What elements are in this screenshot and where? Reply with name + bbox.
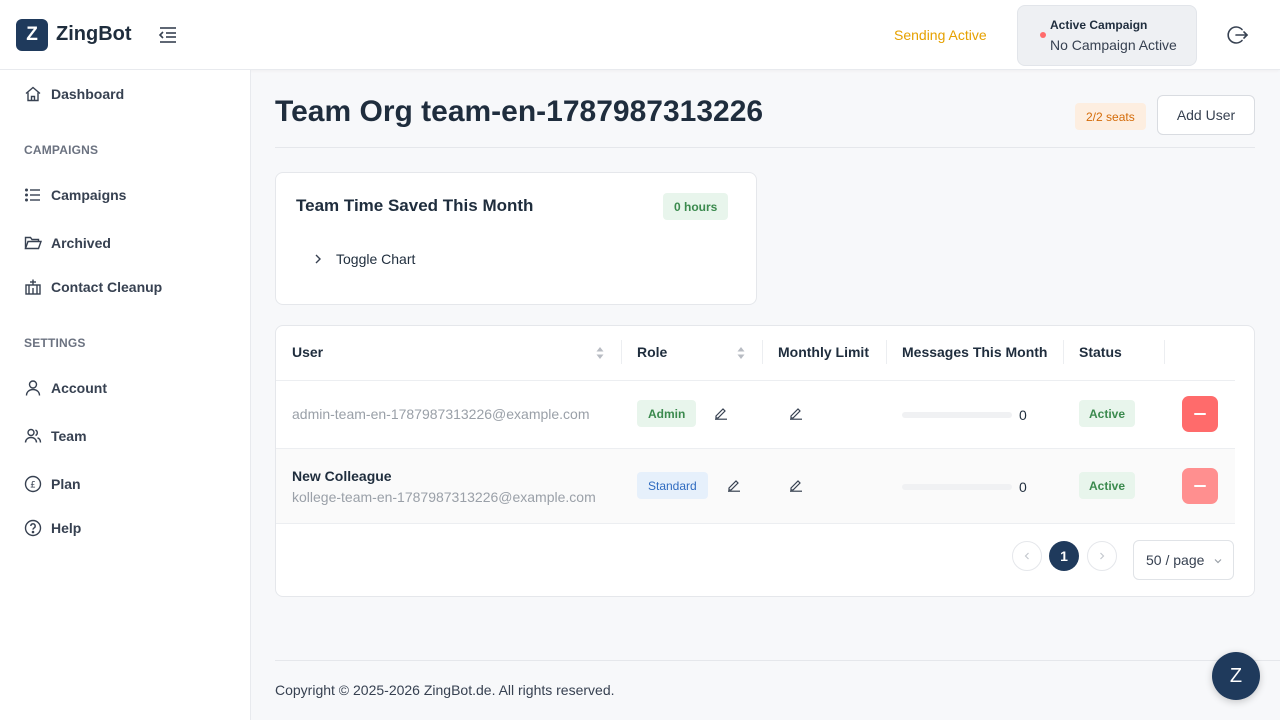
sidebar-item-plan[interactable]: £ Plan [24,472,81,496]
team-icon [24,428,42,443]
row-divider [276,523,1235,524]
active-campaign-value: No Campaign Active [1050,37,1177,53]
sending-status: Sending Active [894,27,987,43]
logout-icon[interactable] [1227,24,1249,46]
messages-progress-bar [902,412,1012,418]
column-separator [621,340,622,364]
toggle-chart[interactable]: Toggle Chart [311,251,415,267]
sidebar-item-label: Campaigns [51,187,127,203]
sidebar-item-label: Help [51,520,82,536]
sidebar-item-help[interactable]: Help [24,516,81,540]
sidebar-item-team[interactable]: Team [24,424,87,448]
active-campaign-panel[interactable]: Active Campaign No Campaign Active [1017,5,1197,66]
messages-count: 0 [1019,479,1027,495]
section-title-campaigns: CAMPAIGNS [24,143,99,157]
minus-icon [1194,485,1206,487]
svg-text:£: £ [30,481,36,491]
pound-coin-icon: £ [24,475,42,493]
column-header-user[interactable]: User [292,344,323,360]
folder-open-icon [24,236,42,250]
column-header-monthly-limit: Monthly Limit [778,344,869,360]
sort-icon[interactable] [736,345,746,361]
minus-icon [1194,413,1206,415]
footer-divider [275,660,1280,661]
page-title: Team Org team-en-1787987313226 [275,95,764,128]
sidebar-item-label: Plan [51,476,81,492]
cleanup-icon [25,279,41,295]
remove-user-button[interactable] [1182,396,1218,432]
page-size-select[interactable]: 50 / page [1133,540,1234,580]
sort-icon[interactable] [595,345,605,361]
user-email: admin-team-en-1787987313226@example.com [292,406,590,422]
page-number-button[interactable]: 1 [1049,541,1079,571]
sidebar-item-label: Contact Cleanup [51,279,163,295]
seats-badge: 2/2 seats [1075,103,1146,130]
edit-role-icon[interactable] [727,478,741,492]
sidebar-item-label: Archived [51,235,111,251]
sidebar-item-label: Dashboard [51,86,125,102]
chevron-right-icon [315,254,321,264]
sidebar-item-archived[interactable]: Archived [24,231,111,255]
status-badge: Active [1079,472,1136,499]
header-divider [275,147,1255,148]
column-separator [1063,340,1064,364]
column-header-status: Status [1079,344,1122,360]
role-badge: Admin [637,400,697,427]
column-separator [762,340,763,364]
status-badge: Active [1079,400,1136,427]
user-name: New Colleague [292,468,392,484]
role-badge: Standard [637,472,708,499]
column-header-messages: Messages This Month [902,344,1048,360]
chevron-left-icon [1024,552,1029,560]
home-icon [25,86,41,102]
sidebar-item-label: Team [51,428,87,444]
chevron-right-icon [1100,552,1105,560]
status-dot-icon [1040,32,1046,38]
footer-copyright: Copyright © 2025-2026 ZingBot.de. All ri… [275,682,615,698]
messages-progress-bar [902,484,1012,490]
messages-count: 0 [1019,407,1027,423]
users-table: User Role Monthly Limit Messages This Mo… [275,325,1255,597]
top-bar: Z ZingBot Sending Active Active Campaign… [0,0,1280,70]
edit-limit-icon[interactable] [789,406,803,420]
next-page-button[interactable] [1087,541,1117,571]
hours-badge: 0 hours [663,193,729,220]
sidebar-item-campaigns[interactable]: Campaigns [24,183,126,207]
edit-role-icon[interactable] [714,406,728,420]
edit-limit-icon[interactable] [789,478,803,492]
app-name: ZingBot [56,23,132,45]
user-icon [25,380,41,396]
logo-mark: Z [16,19,48,51]
row-divider [276,380,1235,381]
chat-button[interactable]: Z [1212,652,1260,700]
user-email: kollege-team-en-1787987313226@example.co… [292,489,596,505]
toggle-chart-label: Toggle Chart [336,251,416,267]
prev-page-button[interactable] [1012,541,1042,571]
help-icon [24,519,42,537]
active-campaign-title: Active Campaign [1050,18,1148,32]
column-separator [1164,340,1165,364]
collapse-sidebar-icon[interactable] [157,24,179,46]
sidebar: Dashboard CAMPAIGNS Campaigns Archived C… [0,70,251,720]
sidebar-item-account[interactable]: Account [24,376,107,400]
chevron-down-icon [1214,559,1222,564]
remove-user-button[interactable] [1182,468,1218,504]
sidebar-item-dashboard[interactable]: Dashboard [24,82,124,106]
list-icon [25,188,40,202]
sidebar-item-contact-cleanup[interactable]: Contact Cleanup [24,275,162,299]
time-saved-card: Team Time Saved This Month 0 hours Toggl… [275,172,757,305]
section-title-settings: SETTINGS [24,336,86,350]
page-size-value: 50 / page [1146,552,1205,568]
add-user-button[interactable]: Add User [1157,95,1255,135]
sidebar-item-label: Account [51,380,107,396]
column-separator [886,340,887,364]
time-saved-title: Team Time Saved This Month [296,196,534,215]
column-header-role[interactable]: Role [637,344,667,360]
